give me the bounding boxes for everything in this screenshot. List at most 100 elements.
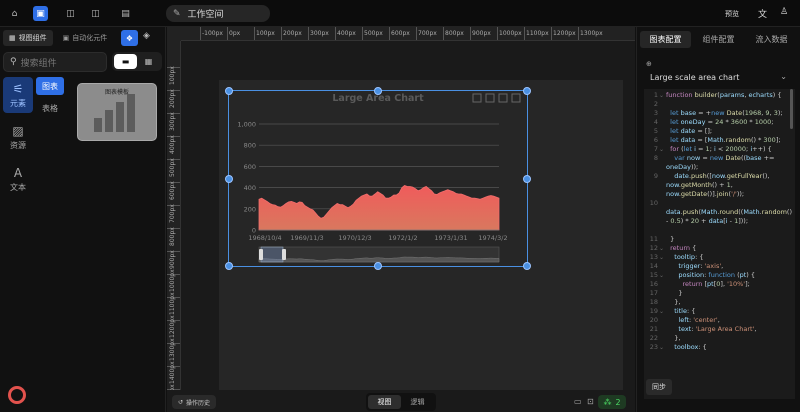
code-text: left: 'center',: [678, 316, 720, 324]
resize-handle-ne[interactable]: [523, 87, 531, 95]
code-line: 1 ⌄ function builder(params, echarts) {: [644, 91, 795, 100]
online-users-badge[interactable]: ⁂ 2: [598, 395, 626, 409]
sync-button[interactable]: 同步: [646, 379, 672, 395]
monitor-icon[interactable]: ▭: [574, 397, 582, 406]
fold-chevron-icon[interactable]: ⌄: [659, 307, 664, 316]
resize-handle-nw[interactable]: [225, 87, 233, 95]
selection-frame[interactable]: [225, 87, 531, 270]
top-bar: ⌂ ▣ ◫ ◫ ▤ ✎ 工作空间 预览 文 ♙: [0, 0, 800, 27]
undo-icon[interactable]: ◫: [63, 6, 78, 21]
tab-automation-components[interactable]: ▣ 自动化元件: [57, 30, 114, 46]
horizontal-ruler[interactable]: -100px 0px 100px 200px 300px 400px 500px 600px 7…: [181, 27, 635, 41]
code-line: 13 ⌄ tooltip: {: [644, 253, 795, 262]
resize-handle-s[interactable]: [374, 262, 382, 270]
subcategory-charts[interactable]: 图表: [36, 77, 64, 95]
rail-item-text[interactable]: A 文本: [3, 161, 33, 197]
rail-item-assets[interactable]: ▨ 资源: [3, 119, 33, 155]
resize-handle-w[interactable]: [225, 174, 233, 183]
code-text: trigger: 'axis',: [678, 262, 724, 270]
code-text: date.push([now.getFullYear(), now.getMon…: [666, 172, 770, 198]
code-line: 6 let data = [Math.random() * 300];: [644, 136, 795, 145]
elements-icon: ⚟: [12, 81, 24, 96]
history-button[interactable]: ↺ 操作历史: [172, 395, 216, 409]
ruler-tick: [443, 27, 444, 40]
view-toggle: ▬ ▦: [112, 52, 162, 71]
code-line: 23 ⌄ toolbox: {: [644, 343, 795, 352]
ruler-label: 800px: [169, 227, 176, 246]
subcategory-tables[interactable]: 表格: [36, 99, 64, 117]
code-line: 3 let base = +new Date(1968, 9, 3);: [644, 109, 795, 118]
search-icon: ⚲: [10, 57, 17, 67]
fold-chevron-icon[interactable]: ⌄: [659, 244, 664, 253]
tab-label: 视图组件: [18, 34, 47, 42]
component-view-button[interactable]: ❖: [121, 30, 138, 46]
ruler-tick: [362, 27, 363, 40]
chart-template-card[interactable]: 图表模板: [77, 83, 157, 141]
tab-view-components[interactable]: ▦ 视图组件: [3, 30, 53, 46]
tab-chart-config[interactable]: 图表配置: [640, 31, 691, 48]
fold-chevron-icon[interactable]: ⌄: [659, 343, 664, 352]
lock-icon[interactable]: ⊡: [587, 397, 594, 406]
config-tabs: 图表配置 组件配置 流入数据: [640, 31, 797, 48]
image-icon: ▨: [12, 123, 24, 138]
vertical-ruler[interactable]: 100px 200px 300px 400px 500px 600px 700px 800px…: [167, 41, 181, 398]
code-editor[interactable]: 1 ⌄ function builder(params, echarts) {2 3 …: [644, 89, 795, 399]
fold-chevron-icon[interactable]: ⌄: [659, 271, 664, 280]
redo-icon[interactable]: ◫: [88, 6, 103, 21]
ruler-tick: [308, 27, 309, 40]
fold-chevron-icon[interactable]: ⌄: [659, 253, 664, 262]
grid-view-button[interactable]: ▦: [137, 54, 160, 69]
workspace-title-field[interactable]: ✎ 工作空间: [166, 5, 270, 22]
text-icon: A: [13, 165, 23, 180]
select-value: Large scale area chart: [650, 73, 740, 82]
code-text: },: [674, 298, 681, 306]
mode-logic[interactable]: 逻辑: [401, 395, 434, 409]
search-input[interactable]: ⚲ 搜索组件: [3, 52, 107, 72]
code-text: data.push(Math.round((Math.random() - 0.…: [666, 208, 792, 225]
ruler-label: 600px: [169, 181, 176, 200]
fold-chevron-icon[interactable]: ⌄: [659, 145, 664, 154]
ruler-tick: [200, 27, 201, 40]
chart-template-select[interactable]: Large scale area chart ⌄: [644, 68, 794, 87]
subcategories: 图表 表格: [36, 77, 66, 121]
resize-handle-n[interactable]: [374, 87, 382, 95]
code-text: }: [670, 235, 675, 243]
ruler-label: 400px: [169, 135, 176, 154]
info-icon[interactable]: ⊕: [646, 60, 652, 68]
mode-view[interactable]: 视图: [368, 395, 401, 409]
code-line: 22 },: [644, 334, 795, 343]
tab-component-config[interactable]: 组件配置: [693, 31, 744, 48]
canvas-area[interactable]: -100px 0px 100px 200px 300px 400px 500px 600px 7…: [167, 27, 635, 412]
history-label: 操作历史: [186, 399, 211, 407]
cube-icon[interactable]: ◈: [143, 31, 157, 45]
rail-label: 元素: [10, 98, 26, 108]
code-text: let data = [Math.random() * 300];: [670, 136, 781, 144]
line-number: 7: [653, 145, 658, 153]
resize-handle-e[interactable]: [523, 174, 531, 183]
rail-item-elements[interactable]: ⚟ 元素: [3, 77, 33, 113]
ruler-tick: [578, 27, 579, 40]
fold-chevron-icon[interactable]: ⌄: [659, 91, 664, 100]
canvas-bottom-bar: ↺ 操作历史 视图 逻辑 ▭ ⊡ ⁂ 2: [167, 390, 635, 412]
editor-scrollbar[interactable]: [790, 89, 793, 129]
tab-inflow-data[interactable]: 流入数据: [746, 31, 797, 48]
config-panel: 图表配置 组件配置 流入数据 ⊕ Large scale area chart …: [636, 27, 800, 412]
preview-button[interactable]: 预览: [725, 9, 739, 19]
line-number: 21: [649, 325, 658, 333]
translate-icon[interactable]: 文: [758, 7, 767, 20]
code-text: tooltip: {: [674, 253, 704, 261]
home-icon[interactable]: ⌂: [7, 6, 22, 21]
user-icon[interactable]: ♙: [780, 7, 788, 17]
resize-handle-sw[interactable]: [225, 262, 233, 270]
list-view-button[interactable]: ▬: [114, 54, 137, 69]
mode-switch: 视图 逻辑: [366, 393, 436, 411]
ruler-label: 0px: [229, 30, 241, 37]
resize-handle-se[interactable]: [523, 262, 531, 270]
card-bar: [105, 110, 113, 132]
save-icon[interactable]: ▣: [33, 6, 48, 21]
line-number: 4: [653, 118, 658, 126]
rail-label: 文本: [10, 182, 26, 192]
export-icon[interactable]: ▤: [118, 6, 133, 21]
folder-icon: ▬: [121, 57, 130, 66]
component-tabs: ▦ 视图组件 ▣ 自动化元件: [3, 30, 113, 46]
